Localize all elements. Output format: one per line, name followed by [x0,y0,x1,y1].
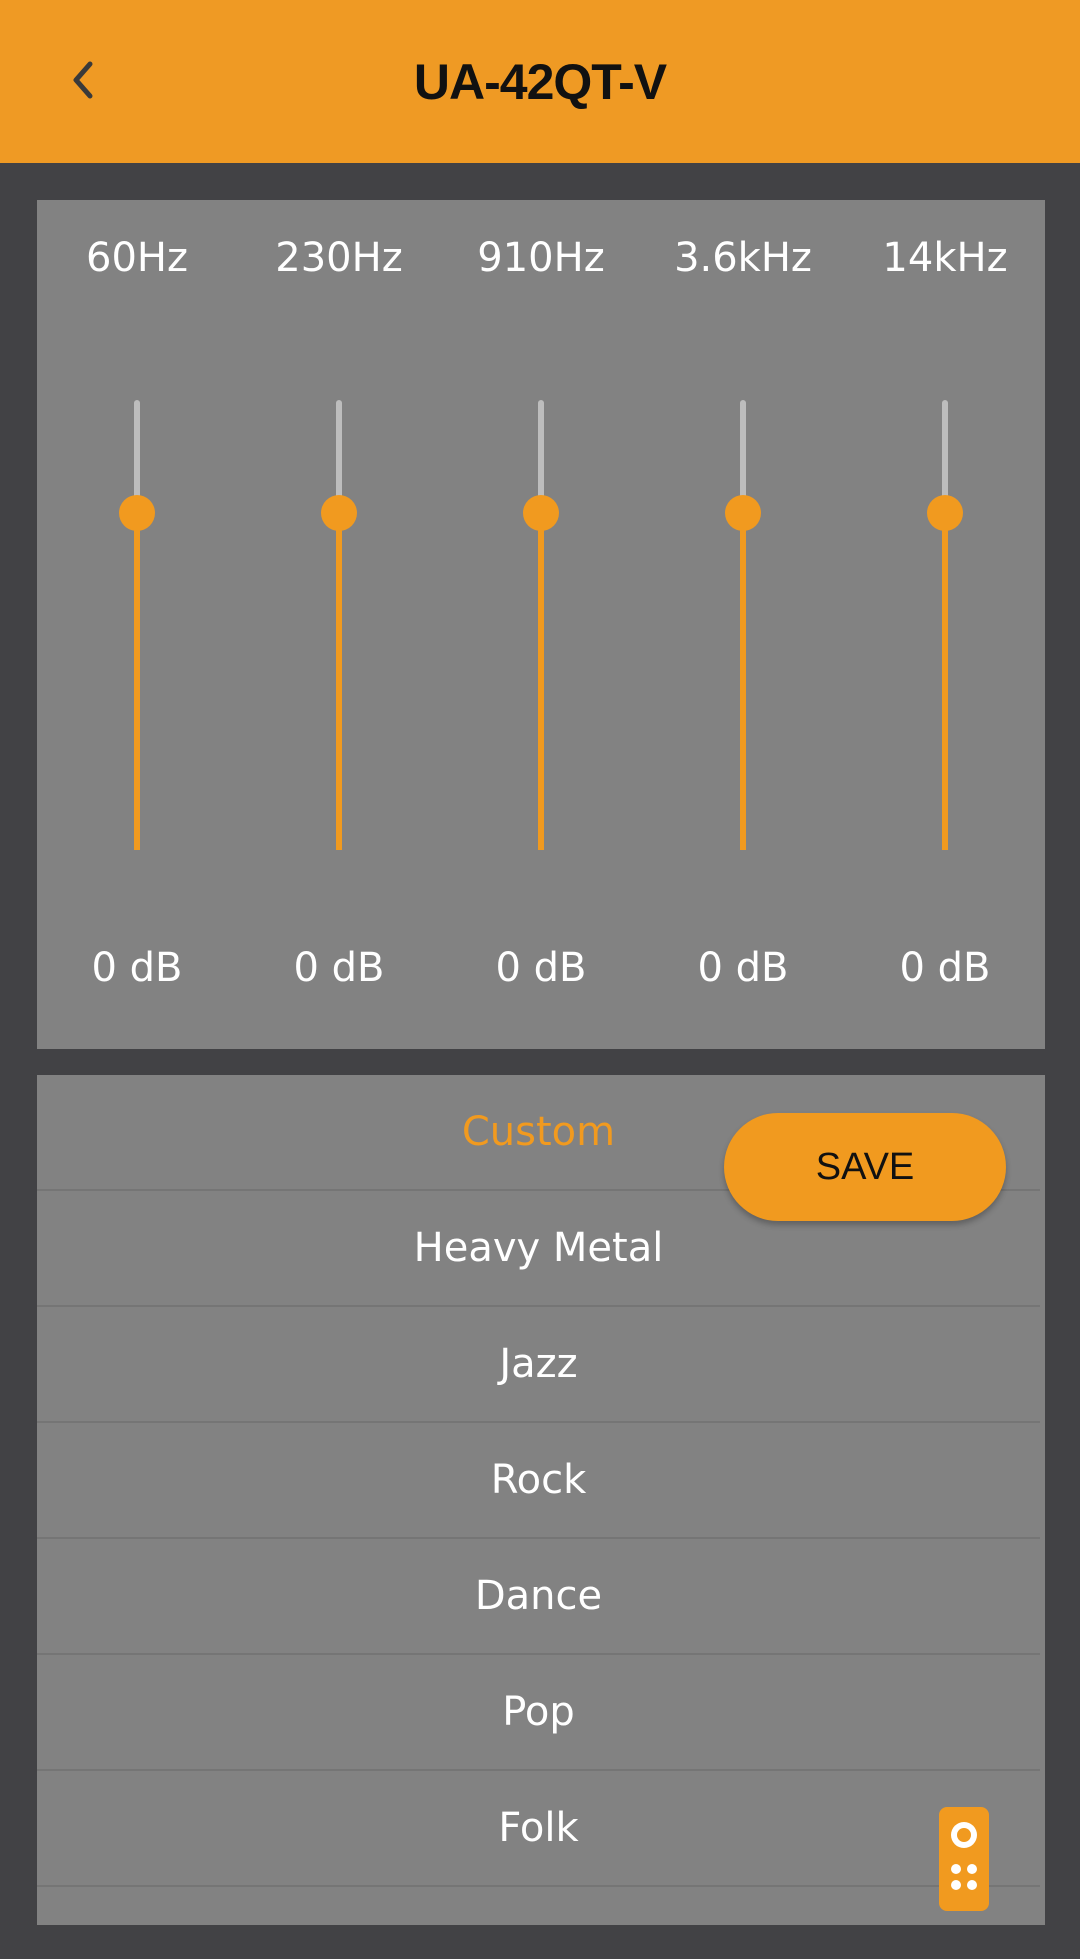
band-gain-value: 0 dB [91,945,183,991]
band-frequency-label: 230Hz [275,235,403,281]
preset-item-folk[interactable]: Folk [37,1771,1040,1887]
band-gain-slider[interactable] [521,400,561,850]
preset-item-rock[interactable]: Rock [37,1423,1040,1539]
band-gain-value: 0 dB [495,945,587,991]
band-gain-value: 0 dB [293,945,385,991]
preset-item-jazz[interactable]: Jazz [37,1307,1040,1423]
band-frequency-label: 60Hz [86,235,188,281]
slider-fill [942,513,948,850]
band-gain-value: 0 dB [899,945,991,991]
eq-band: 60Hz 0 dB [37,200,237,1049]
remote-control-icon [939,1807,989,1911]
band-gain-slider[interactable] [319,400,359,850]
eq-band: 910Hz 0 dB [441,200,641,1049]
slider-fill [740,513,746,850]
band-frequency-label: 3.6kHz [674,235,812,281]
slider-thumb[interactable] [927,495,963,531]
remote-control-button[interactable] [937,1805,991,1913]
band-gain-slider[interactable] [925,400,965,850]
eq-band: 3.6kHz 0 dB [643,200,843,1049]
save-button[interactable]: SAVE [724,1113,1006,1221]
band-gain-slider[interactable] [723,400,763,850]
band-gain-value: 0 dB [697,945,789,991]
preset-item-dance[interactable]: Dance [37,1539,1040,1655]
eq-band: 230Hz 0 dB [239,200,439,1049]
page-title: UA-42QT-V [413,53,667,110]
equalizer-panel: 60Hz 0 dB 230Hz 0 dB 910Hz 0 dB 3.6kHz 0… [37,200,1045,1049]
slider-thumb[interactable] [725,495,761,531]
preset-item-pop[interactable]: Pop [37,1655,1040,1771]
band-frequency-label: 910Hz [477,235,605,281]
band-frequency-label: 14kHz [882,235,1008,281]
slider-thumb[interactable] [119,495,155,531]
slider-fill [134,513,140,850]
top-bar: UA-42QT-V [0,0,1080,163]
eq-band: 14kHz 0 dB [845,200,1045,1049]
band-gain-slider[interactable] [117,400,157,850]
slider-fill [336,513,342,850]
slider-thumb[interactable] [523,495,559,531]
slider-fill [538,513,544,850]
slider-thumb[interactable] [321,495,357,531]
